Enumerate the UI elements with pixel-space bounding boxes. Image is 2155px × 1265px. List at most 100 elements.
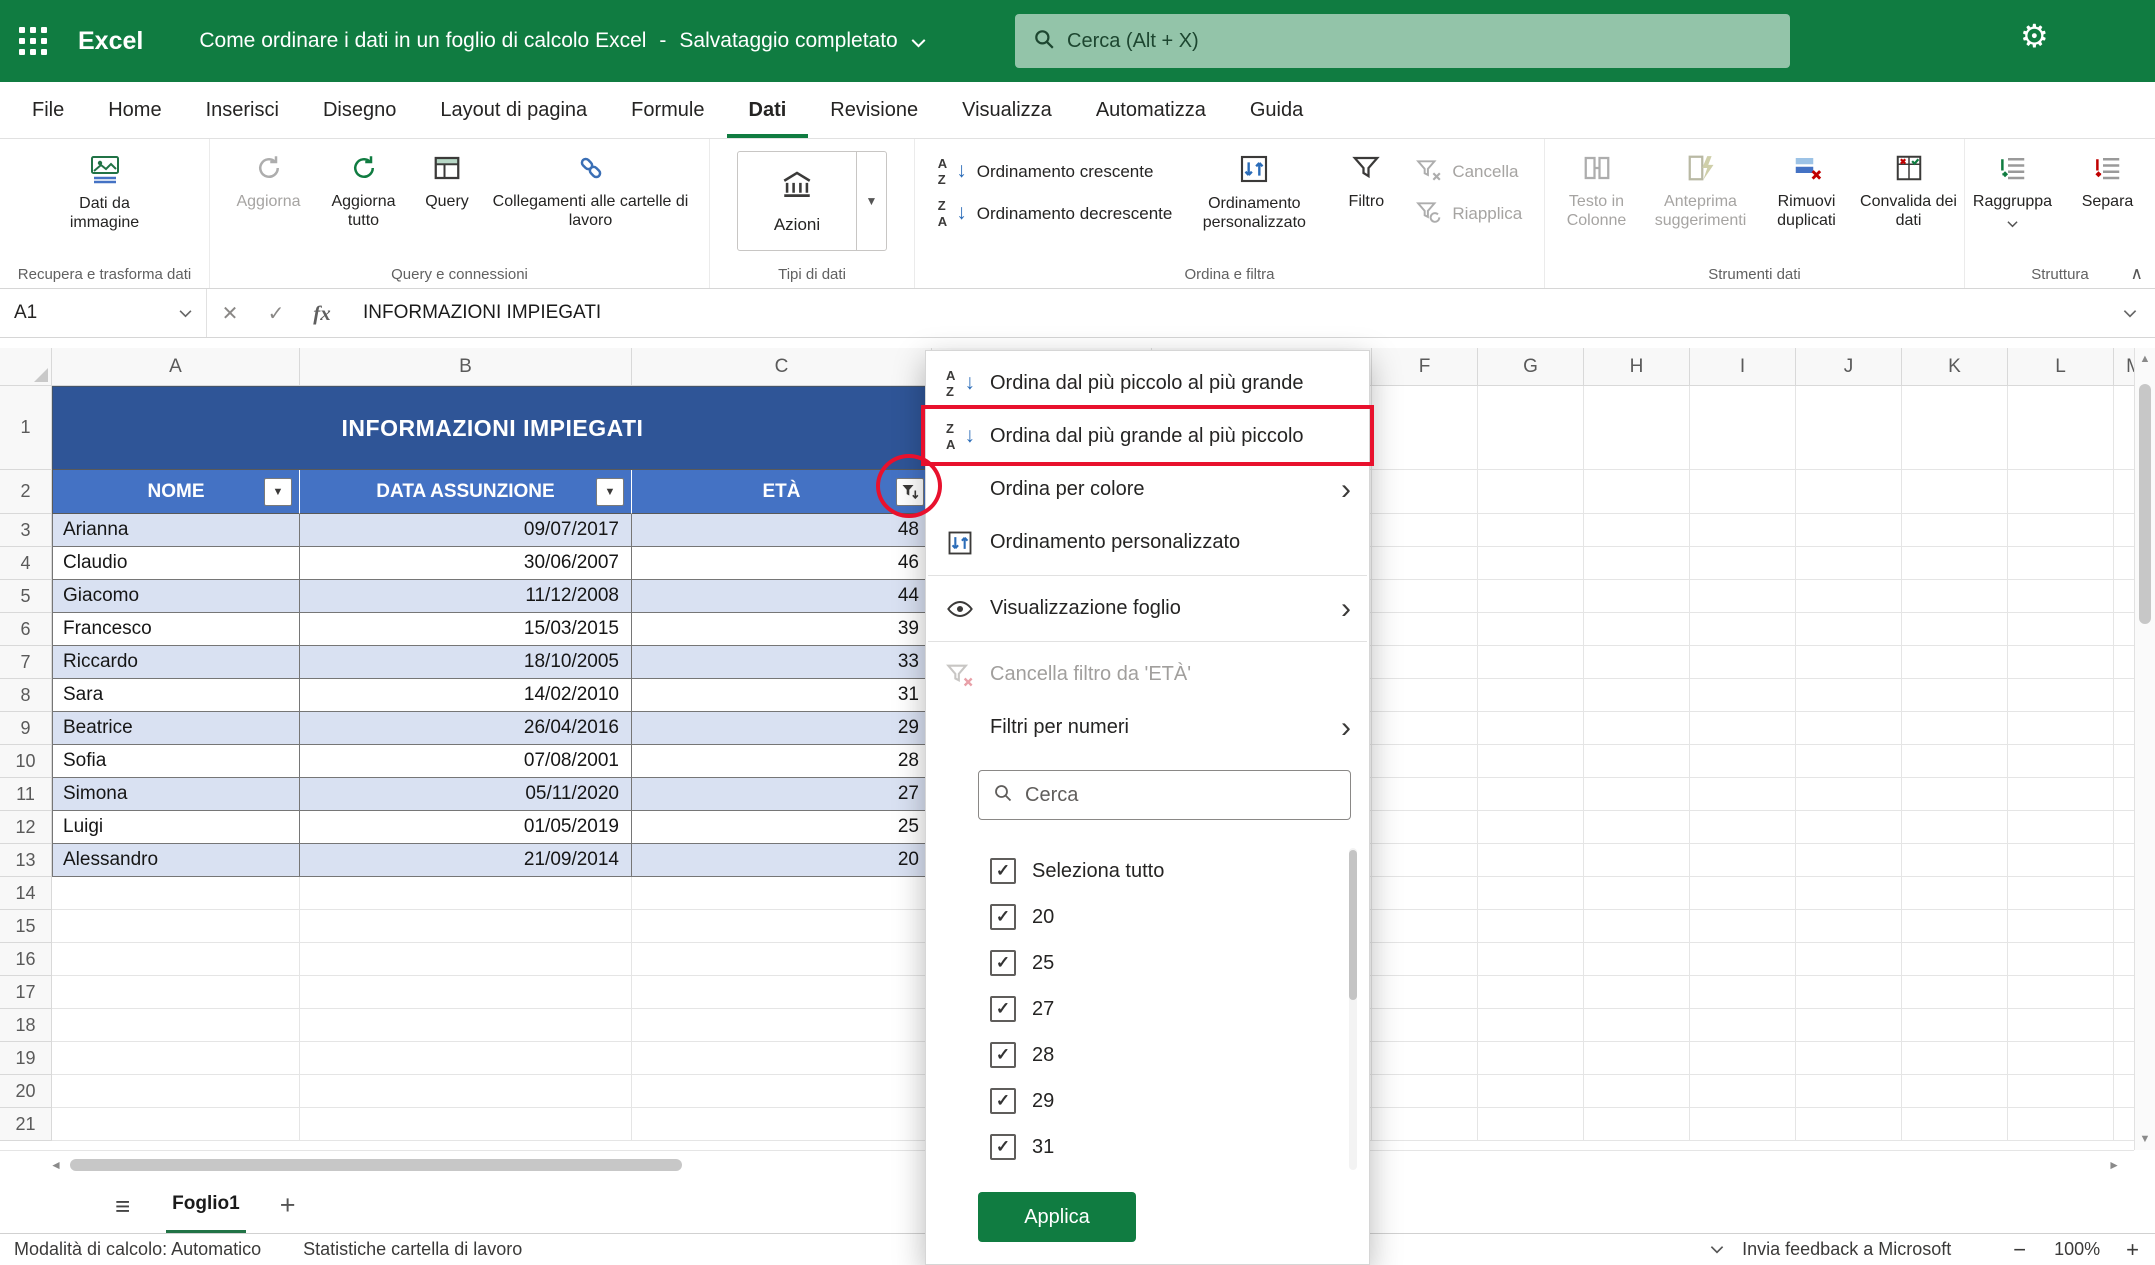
cell-L7[interactable] [2008,646,2114,679]
cell-F10[interactable] [1372,745,1478,778]
menu-number-filters[interactable]: Filtri per numeri › [926,701,1369,754]
table-cell[interactable]: Arianna [52,514,300,547]
cell-J8[interactable] [1796,679,1902,712]
group-button[interactable]: Raggruppa [1965,145,2060,233]
cell-L15[interactable] [2008,910,2114,943]
column-header-J[interactable]: J [1796,348,1902,386]
cell-H6[interactable] [1584,613,1690,646]
cell-F21[interactable] [1372,1108,1478,1141]
cell-I20[interactable] [1690,1075,1796,1108]
filter-checkbox-29[interactable]: ✓29 [990,1078,1369,1124]
horizontal-scroll-thumb[interactable] [70,1159,682,1171]
filter-button-data-assunzione[interactable]: ▼ [596,478,624,506]
table-cell[interactable]: Giacomo [52,580,300,613]
data-types-gallery[interactable]: Azioni ▼ [737,151,887,251]
filter-list-scrollbar[interactable] [1349,848,1357,1170]
cell-F11[interactable] [1372,778,1478,811]
tab-home[interactable]: Home [86,82,183,138]
cell-H9[interactable] [1584,712,1690,745]
cell-J1[interactable] [1796,386,1902,470]
cell-F1[interactable] [1372,386,1478,470]
cell-K20[interactable] [1902,1075,2008,1108]
table-cell[interactable]: 14/02/2010 [300,679,632,712]
column-header-F[interactable]: F [1372,348,1478,386]
cell-B19[interactable] [300,1042,632,1075]
table-cell[interactable]: Luigi [52,811,300,844]
row-header-13[interactable]: 13 [0,844,52,877]
table-cell[interactable]: 26/04/2016 [300,712,632,745]
table-cell[interactable]: 30/06/2007 [300,547,632,580]
name-box-chevron-icon[interactable] [179,309,192,318]
cell-C20[interactable] [632,1075,932,1108]
cell-G20[interactable] [1478,1075,1584,1108]
cell-J20[interactable] [1796,1075,1902,1108]
cell-K14[interactable] [1902,877,2008,910]
row-header-18[interactable]: 18 [0,1009,52,1042]
table-cell[interactable]: 25 [632,811,932,844]
cell-K7[interactable] [1902,646,2008,679]
cell-B21[interactable] [300,1108,632,1141]
cell-I21[interactable] [1690,1108,1796,1141]
cell-K2[interactable] [1902,470,2008,514]
cell-G10[interactable] [1478,745,1584,778]
filter-checkbox-31[interactable]: ✓31 [990,1124,1369,1170]
cell-B16[interactable] [300,943,632,976]
cell-L5[interactable] [2008,580,2114,613]
cell-I1[interactable] [1690,386,1796,470]
cell-A21[interactable] [52,1108,300,1141]
cell-K12[interactable] [1902,811,2008,844]
cell-H14[interactable] [1584,877,1690,910]
cell-H7[interactable] [1584,646,1690,679]
column-header-I[interactable]: I [1690,348,1796,386]
cell-J4[interactable] [1796,547,1902,580]
cell-B15[interactable] [300,910,632,943]
scroll-down-icon[interactable]: ▼ [2135,1133,2155,1145]
row-header-14[interactable]: 14 [0,877,52,910]
document-title[interactable]: Come ordinare i dati in un foglio di cal… [199,29,646,53]
cell-K10[interactable] [1902,745,2008,778]
cell-K15[interactable] [1902,910,2008,943]
app-launcher-icon[interactable] [0,0,66,82]
cell-H21[interactable] [1584,1108,1690,1141]
cell-J7[interactable] [1796,646,1902,679]
cell-L20[interactable] [2008,1075,2114,1108]
column-header-C[interactable]: C [632,348,932,386]
cell-F16[interactable] [1372,943,1478,976]
query-button[interactable]: Query [411,145,483,212]
cell-J18[interactable] [1796,1009,1902,1042]
sort-ascending-button[interactable]: AZ↓ Ordinamento crescente [929,151,1181,193]
menu-sort-largest-to-smallest[interactable]: ZA↓ Ordina dal più grande al più piccolo [926,410,1369,463]
tab-dati[interactable]: Dati [727,82,809,138]
filter-checkbox-27[interactable]: ✓27 [990,986,1369,1032]
cell-I19[interactable] [1690,1042,1796,1075]
cell-G12[interactable] [1478,811,1584,844]
cell-K5[interactable] [1902,580,2008,613]
cell-K8[interactable] [1902,679,2008,712]
column-header-L[interactable]: L [2008,348,2114,386]
cell-L6[interactable] [2008,613,2114,646]
cell-A20[interactable] [52,1075,300,1108]
table-cell[interactable]: 07/08/2001 [300,745,632,778]
cell-I5[interactable] [1690,580,1796,613]
table-cell[interactable]: Simona [52,778,300,811]
add-sheet-icon[interactable]: + [280,1192,296,1219]
table-cell[interactable]: 46 [632,547,932,580]
row-header-8[interactable]: 8 [0,679,52,712]
row-header-20[interactable]: 20 [0,1075,52,1108]
cell-K19[interactable] [1902,1042,2008,1075]
cell-I15[interactable] [1690,910,1796,943]
row-header-3[interactable]: 3 [0,514,52,547]
cell-G14[interactable] [1478,877,1584,910]
scroll-right-icon[interactable]: ► [2108,1158,2120,1172]
table-cell[interactable]: Riccardo [52,646,300,679]
table-cell[interactable]: 39 [632,613,932,646]
refresh-all-button[interactable]: Aggiorna tutto [316,145,411,230]
cell-K11[interactable] [1902,778,2008,811]
cell-B14[interactable] [300,877,632,910]
cell-F17[interactable] [1372,976,1478,1009]
cell-H1[interactable] [1584,386,1690,470]
send-feedback-link[interactable]: Invia feedback a Microsoft [1742,1239,1951,1260]
cell-G16[interactable] [1478,943,1584,976]
cell-C15[interactable] [632,910,932,943]
cell-K6[interactable] [1902,613,2008,646]
